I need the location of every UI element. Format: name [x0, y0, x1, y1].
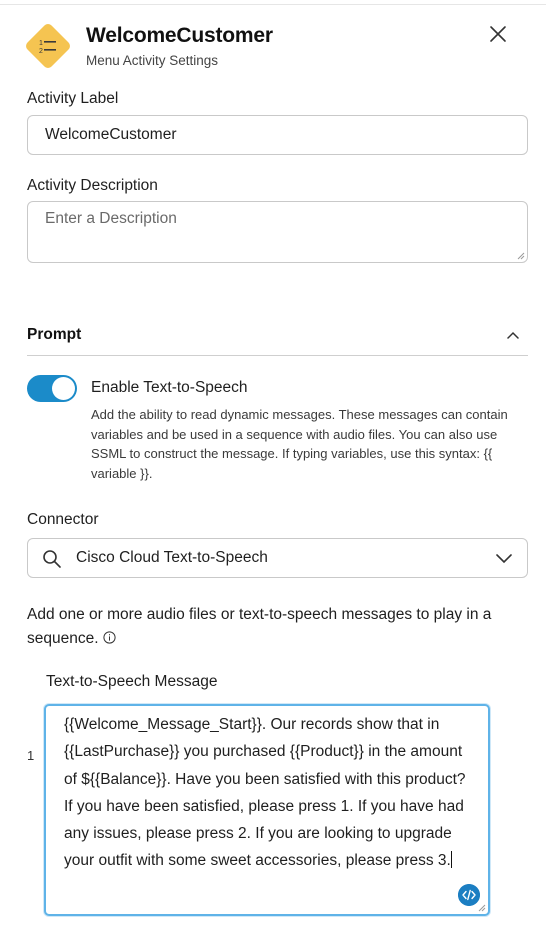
top-divider	[0, 4, 546, 5]
tts-message-content: {{Welcome_Message_Start}}. Our records s…	[64, 716, 466, 870]
page-subtitle: Menu Activity Settings	[86, 53, 219, 68]
svg-text:1: 1	[39, 40, 43, 47]
connector-select[interactable]: Cisco Cloud Text-to-Speech	[27, 538, 528, 578]
svg-text:2: 2	[39, 48, 43, 55]
line-number: 1	[27, 748, 35, 763]
audio-sequence-text: Add one or more audio files or text-to-s…	[27, 606, 492, 647]
tts-toggle-label: Enable Text-to-Speech	[91, 379, 248, 396]
tts-message-heading: Text-to-Speech Message	[46, 673, 218, 690]
description-placeholder: Enter a Description	[45, 210, 177, 227]
resize-handle-icon[interactable]	[517, 252, 525, 260]
tts-message-text: {{Welcome_Message_Start}}. Our records s…	[64, 711, 474, 875]
menu-list-icon: 1 2	[26, 24, 70, 68]
activity-description-heading: Activity Description	[27, 177, 158, 194]
tts-message-editor[interactable]: {{Welcome_Message_Start}}. Our records s…	[44, 704, 490, 916]
chevron-up-icon[interactable]	[506, 330, 520, 340]
tts-toggle[interactable]	[27, 375, 77, 402]
page-title: WelcomeCustomer	[86, 24, 273, 47]
toggle-knob	[52, 377, 75, 400]
search-icon	[43, 550, 61, 568]
chevron-down-icon	[496, 554, 512, 564]
connector-heading: Connector	[27, 511, 99, 528]
code-icon[interactable]	[458, 884, 480, 906]
connector-value: Cisco Cloud Text-to-Speech	[76, 549, 268, 566]
activity-description-textarea[interactable]: Enter a Description	[27, 201, 528, 263]
prompt-section-title: Prompt	[27, 326, 82, 343]
activity-label-heading: Activity Label	[27, 90, 119, 107]
resize-handle-icon[interactable]	[478, 904, 486, 912]
tts-help-text: Add the ability to read dynamic messages…	[91, 407, 508, 481]
activity-label-input[interactable]: WelcomeCustomer	[27, 115, 528, 155]
audio-sequence-description: Add one or more audio files or text-to-s…	[27, 603, 532, 651]
close-icon[interactable]	[486, 22, 510, 46]
text-caret	[450, 851, 452, 869]
section-divider	[27, 355, 528, 356]
info-icon[interactable]	[102, 631, 116, 644]
